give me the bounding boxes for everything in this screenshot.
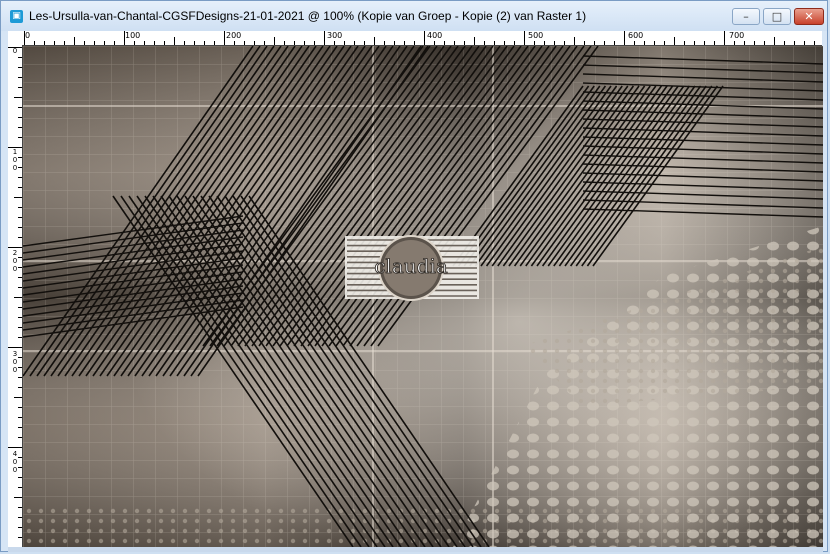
horizontal-scroll-area[interactable] <box>8 547 823 552</box>
close-icon: ✕ <box>804 10 814 23</box>
horizontal-ruler[interactable]: 0 100 200 300 400 500 600 700 <box>22 31 822 46</box>
title-bar[interactable]: ▣ Les-Ursulla-van-Chantal-CGSFDesigns-21… <box>1 1 827 31</box>
ruler-label-100: 100 <box>125 31 141 40</box>
ruler-label-700: 700 <box>729 31 745 40</box>
image-canvas[interactable]: claudia <box>23 46 823 547</box>
ruler-label-600: 600 <box>628 31 644 40</box>
window-title: Les-Ursulla-van-Chantal-CGSFDesigns-21-0… <box>29 9 587 23</box>
minimize-icon: – <box>743 10 749 23</box>
vruler-label-100: 1 0 0 <box>12 148 18 172</box>
vruler-label-400: 4 0 0 <box>12 450 18 474</box>
logo-text: claudia <box>374 254 448 278</box>
image-window: ▣ Les-Ursulla-van-Chantal-CGSFDesigns-21… <box>0 0 828 552</box>
minimize-button[interactable]: – <box>732 8 760 25</box>
maximize-icon: □ <box>771 10 783 23</box>
ruler-label-400: 400 <box>427 31 443 40</box>
ruler-label-0: 0 <box>25 31 31 40</box>
psp-icon[interactable]: ▣ <box>10 10 23 23</box>
artwork: claudia <box>23 46 823 547</box>
ruler-label-200: 200 <box>226 31 242 40</box>
watermark-logo: claudia <box>345 235 479 301</box>
vruler-label-0: 0 <box>12 47 18 55</box>
vertical-ruler[interactable]: 0 1 0 0 2 0 0 3 0 0 4 0 0 <box>8 45 23 547</box>
close-button[interactable]: ✕ <box>794 8 824 25</box>
ruler-label-300: 300 <box>327 31 343 40</box>
ruler-corner <box>8 31 23 46</box>
ruler-label-500: 500 <box>528 31 544 40</box>
maximize-button[interactable]: □ <box>763 8 791 25</box>
horizontal-ruler-ticks <box>24 31 815 45</box>
vruler-label-300: 3 0 0 <box>12 350 18 374</box>
vruler-label-200: 2 0 0 <box>12 249 18 273</box>
